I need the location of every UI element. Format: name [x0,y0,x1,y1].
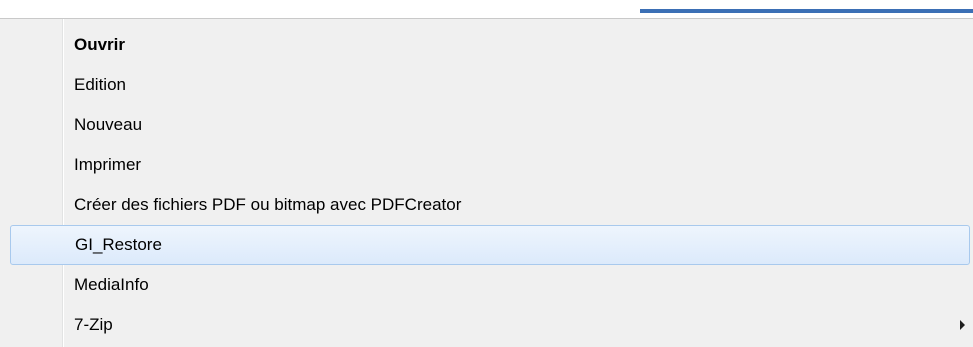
menu-item-label: 7-Zip [74,315,113,334]
menu-item-7zip[interactable]: 7-Zip [0,305,973,345]
menu-item-gi-restore[interactable]: GI_Restore [10,225,970,265]
background-window-edge [0,0,973,18]
menu-item-edition[interactable]: Edition [0,65,973,105]
menu-item-nouveau[interactable]: Nouveau [0,105,973,145]
menu-item-label: Créer des fichiers PDF ou bitmap avec PD… [74,195,462,214]
context-menu: Ouvrir Edition Nouveau Imprimer Créer de… [0,18,973,347]
context-menu-list: Ouvrir Edition Nouveau Imprimer Créer de… [0,25,973,345]
screen: Ouvrir Edition Nouveau Imprimer Créer de… [0,0,973,347]
menu-item-imprimer[interactable]: Imprimer [0,145,973,185]
menu-item-label: Nouveau [74,115,143,134]
menu-item-mediainfo[interactable]: MediaInfo [0,265,973,305]
menu-item-label: Imprimer [74,155,142,174]
menu-item-label: GI_Restore [75,235,162,254]
menu-item-ouvrir[interactable]: Ouvrir [0,25,973,65]
menu-item-label: Edition [74,75,126,94]
menu-item-label: Ouvrir [74,35,126,54]
chevron-right-icon [960,320,965,330]
background-window-selection-bar [640,9,973,13]
menu-item-label: MediaInfo [74,275,149,294]
menu-item-pdfcreator[interactable]: Créer des fichiers PDF ou bitmap avec PD… [0,185,973,225]
